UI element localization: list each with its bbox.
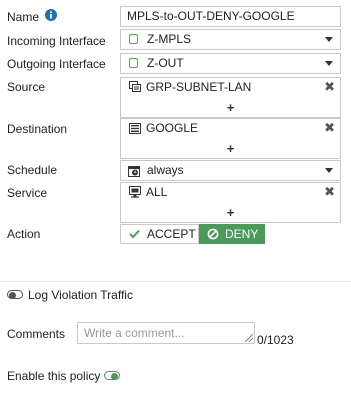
enable-policy-label: Enable this policy: [7, 369, 101, 383]
service-select[interactable]: ALL ✖ +: [120, 182, 341, 223]
remove-destination-icon[interactable]: ✖: [324, 120, 335, 136]
accept-button[interactable]: ACCEPT: [120, 224, 199, 244]
enable-policy-toggle[interactable]: [104, 371, 120, 380]
accept-label: ACCEPT: [147, 227, 196, 241]
chevron-down-icon: [325, 37, 333, 42]
destination-entry[interactable]: GOOGLE ✖: [121, 119, 340, 139]
log-violation-toggle[interactable]: [7, 290, 23, 299]
add-source-button[interactable]: +: [121, 98, 340, 117]
resize-grip-icon[interactable]: [245, 334, 253, 342]
destination-select[interactable]: GOOGLE ✖ +: [120, 118, 341, 159]
service-icon: [129, 186, 141, 198]
incoming-interface-value: Z-MPLS: [147, 32, 192, 46]
incoming-interface-dropdown[interactable]: Z-MPLS: [120, 29, 341, 50]
address-icon: [129, 123, 141, 134]
outgoing-interface-dropdown[interactable]: Z-OUT: [120, 53, 341, 74]
add-destination-button[interactable]: +: [121, 139, 340, 158]
deny-button[interactable]: DENY: [199, 224, 265, 244]
name-label: Name: [7, 10, 40, 24]
outgoing-interface-label: Outgoing Interface: [7, 57, 106, 71]
chevron-down-icon: [325, 168, 333, 173]
action-label: Action: [7, 227, 41, 241]
outgoing-interface-value: Z-OUT: [147, 56, 184, 70]
remove-source-icon[interactable]: ✖: [324, 79, 335, 95]
deny-icon: [207, 228, 219, 240]
checkmark-icon: [129, 229, 140, 239]
source-label: Source: [7, 80, 46, 94]
add-service-button[interactable]: +: [121, 203, 340, 222]
toggle-knob: [111, 373, 118, 380]
action-toggle-group: ACCEPT DENY: [120, 224, 265, 244]
remove-service-icon[interactable]: ✖: [324, 184, 335, 200]
section-divider: [0, 281, 351, 282]
comments-placeholder: Write a comment...: [84, 326, 185, 340]
destination-value: GOOGLE: [146, 121, 199, 135]
interface-icon: [129, 58, 138, 68]
destination-label: Destination: [7, 122, 68, 136]
address-group-icon: [129, 81, 141, 92]
service-value: ALL: [146, 185, 168, 199]
comments-char-counter: 0/1023: [257, 333, 294, 347]
deny-label: DENY: [225, 227, 259, 241]
chevron-down-icon: [325, 61, 333, 66]
toggle-knob: [9, 292, 16, 299]
service-label: Service: [7, 186, 48, 200]
comments-label: Comments: [7, 327, 66, 341]
interface-icon: [129, 34, 138, 44]
incoming-interface-label: Incoming Interface: [7, 34, 106, 48]
source-select[interactable]: GRP-SUBNET-LAN ✖ +: [120, 77, 341, 118]
service-entry[interactable]: ALL ✖: [121, 183, 340, 203]
log-violation-label: Log Violation Traffic: [28, 288, 133, 302]
schedule-dropdown[interactable]: always: [120, 160, 341, 181]
name-input[interactable]: MPLS-to-OUT-DENY-GOOGLE: [120, 6, 341, 27]
source-value: GRP-SUBNET-LAN: [146, 80, 252, 94]
info-icon[interactable]: [45, 9, 57, 21]
comments-textarea[interactable]: Write a comment...: [77, 322, 255, 344]
schedule-label: Schedule: [7, 163, 58, 177]
schedule-value: always: [147, 163, 184, 177]
source-entry[interactable]: GRP-SUBNET-LAN ✖: [121, 78, 340, 98]
schedule-icon: [128, 166, 140, 177]
